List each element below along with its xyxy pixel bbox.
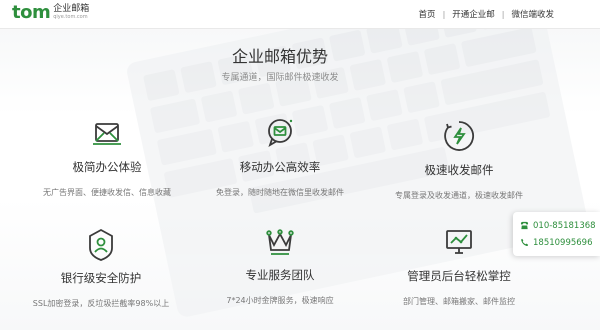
feature-title: 管理员后台轻松掌控: [407, 269, 511, 283]
chat-bubble-icon: [268, 119, 293, 147]
feature-desc: SSL加密登录，反垃圾拦截率98%以上: [32, 299, 170, 308]
feature-title: 移动办公高效率: [239, 160, 321, 174]
logo-text: 企业邮箱 qiye.tom.com: [53, 4, 89, 21]
feature-card: 移动办公高效率 免登录，随时随地在微信里收发邮件: [195, 113, 365, 198]
feature-card: 极速收发邮件 专属登录及收发通道，极速收发邮件: [374, 116, 544, 201]
contact-phone-number: 010-85181368: [533, 220, 596, 231]
nav-wechat-link[interactable]: 微信端收发: [511, 8, 554, 20]
crown-icon: [266, 229, 294, 255]
feature-title: 极简办公体验: [72, 160, 142, 174]
logo[interactable]: tom 企业邮箱 qiye.tom.com: [12, 3, 89, 23]
contact-float-panel: 010-85181368 18510995696: [513, 212, 600, 256]
section-title: 企业邮箱优势: [231, 47, 328, 66]
feature-card: 极简办公体验 无广告界面、便捷收发信、信息收藏: [22, 113, 192, 198]
phone-icon: [520, 221, 529, 230]
section-subtitle: 专属通道，国际邮件极速收发: [221, 73, 339, 83]
nav-home-link[interactable]: 首页: [419, 8, 436, 20]
feature-card: 专业服务团队 7*24小时金牌服务，极速响应: [195, 221, 365, 306]
nav-separator: |: [501, 9, 505, 19]
contact-mobile-row[interactable]: 18510995696: [520, 234, 600, 251]
logo-en: qiye.tom.com: [53, 14, 88, 20]
contact-phone-row[interactable]: 010-85181368: [520, 217, 600, 234]
nav-separator: |: [442, 9, 446, 19]
feature-title: 极速收发邮件: [424, 163, 494, 177]
feature-title: 专业服务团队: [245, 268, 315, 282]
feature-title: 银行级安全防护: [60, 271, 142, 285]
mobile-icon: [521, 238, 529, 247]
logo-cn: 企业邮箱: [53, 4, 90, 14]
top-header: tom 企业邮箱 qiye.tom.com 首页 | 开通企业邮 | 微信端收发: [0, 0, 600, 29]
feature-desc: 部门管理、邮箱搬家、邮件监控: [403, 297, 515, 306]
logo-brand: tom: [12, 2, 51, 23]
lightning-icon: [444, 121, 474, 151]
contact-mobile-number: 18510995696: [533, 237, 593, 248]
top-nav: 首页 | 开通企业邮 | 微信端收发: [419, 8, 554, 21]
nav-open-mail-link[interactable]: 开通企业邮: [452, 8, 495, 20]
feature-desc: 7*24小时金牌服务，极速响应: [226, 296, 334, 305]
feature-desc: 无广告界面、便捷收发信、信息收藏: [43, 188, 171, 197]
shield-user-icon: [89, 228, 113, 261]
feature-card: 银行级安全防护 SSL加密登录，反垃圾拦截率98%以上: [16, 224, 186, 309]
monitor-chart-icon: [446, 230, 472, 254]
mailbox-icon: [93, 123, 121, 145]
feature-desc: 免登录，随时随地在微信里收发邮件: [216, 188, 344, 197]
feature-desc: 专属登录及收发通道，极速收发邮件: [395, 191, 523, 200]
